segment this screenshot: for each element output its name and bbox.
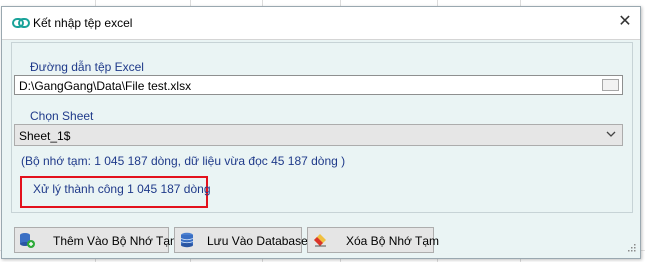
- add-to-memory-button[interactable]: Thêm Vào Bộ Nhớ Tạm: [14, 227, 180, 253]
- file-path-input[interactable]: D:\GangGang\Data\File test.xlsx: [14, 75, 623, 95]
- save-to-database-label: Lưu Vào Database: [207, 234, 308, 248]
- browse-button[interactable]: [602, 79, 619, 91]
- path-label: Đường dẫn tệp Excel: [30, 60, 144, 74]
- database-add-icon: [20, 233, 35, 248]
- dialog-title: Kết nhập tệp excel: [33, 16, 133, 30]
- clear-memory-button[interactable]: Xóa Bộ Nhớ Tạm: [307, 227, 439, 253]
- database-icon: [180, 232, 194, 248]
- add-to-memory-label: Thêm Vào Bộ Nhớ Tạm: [53, 234, 181, 248]
- file-path-value: D:\GangGang\Data\File test.xlsx: [19, 79, 192, 93]
- title-bar: Kết nhập tệp excel ✕: [2, 7, 640, 40]
- sheet-selected-value: Sheet_1$: [19, 129, 71, 143]
- eraser-icon: [314, 234, 326, 247]
- chevron-down-icon: [606, 131, 616, 137]
- sheet-select[interactable]: Sheet_1$: [14, 124, 623, 146]
- clear-memory-label: Xóa Bộ Nhớ Tạm: [346, 234, 440, 248]
- resize-grip-icon[interactable]: [628, 244, 636, 252]
- sheet-label: Chọn Sheet: [30, 109, 94, 123]
- link-icon: [12, 18, 30, 28]
- close-icon[interactable]: ✕: [614, 11, 636, 33]
- memory-info-text: (Bộ nhớ tạm: 1 045 187 dòng, dữ liệu vừa…: [21, 154, 346, 168]
- status-success-text: Xử lý thành công 1 045 187 dòng: [33, 182, 211, 196]
- save-to-database-button[interactable]: Lưu Vào Database: [174, 227, 308, 253]
